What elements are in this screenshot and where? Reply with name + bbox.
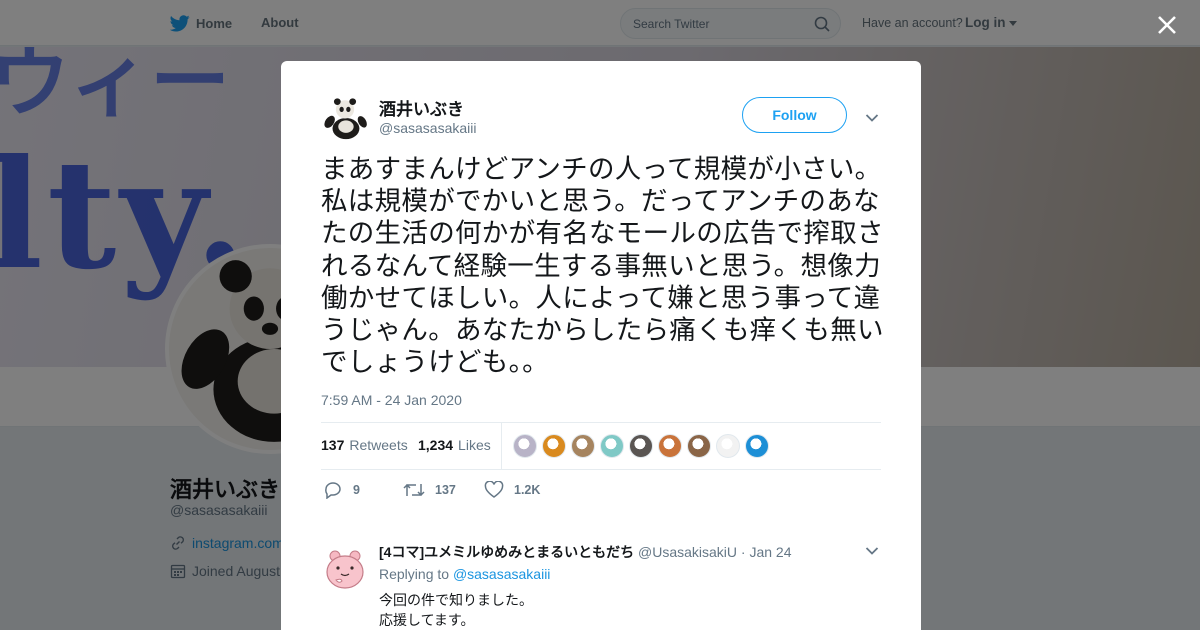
reply-count: 9 <box>353 483 360 497</box>
tweet-author-name[interactable]: 酒井いぶき <box>379 95 464 120</box>
reply-author-avatar[interactable] <box>321 544 369 592</box>
liker-avatar[interactable] <box>687 434 711 458</box>
replying-to-line: Replying to @sasasasakaiii <box>379 566 550 582</box>
tweet-author-handle[interactable]: @sasasasakaiii <box>379 120 476 136</box>
reply-header: [4コマ]ユメミルゆめみとまるいともだち @UsasakisakiU · Jan… <box>379 542 792 562</box>
reply-button[interactable]: 9 <box>323 481 360 499</box>
likers-avatar-row <box>513 434 769 458</box>
reply-icon <box>325 482 341 499</box>
reply-text-line: 今回の件で知りました。 <box>379 592 533 608</box>
retweets-label: Retweets <box>349 437 408 453</box>
tweet-text: まあすまんけどアンチの人って規模が小さい。私は規模がでかいと思う。だってアンチの… <box>321 154 884 378</box>
follow-button[interactable]: Follow <box>742 97 847 133</box>
retweet-count: 137 <box>435 483 456 497</box>
retweet-button[interactable]: 137 <box>403 481 456 499</box>
likes-label: Likes <box>458 437 491 453</box>
likes-stat[interactable]: 1,234 Likes <box>418 437 491 453</box>
liker-avatar[interactable] <box>513 434 537 458</box>
liker-avatar[interactable] <box>745 434 769 458</box>
reply-text: 今回の件で知りました。 応援してます。 <box>379 590 533 630</box>
likes-count: 1,234 <box>418 437 454 453</box>
retweets-count: 137 <box>321 437 345 453</box>
retweets-stat[interactable]: 137 Retweets <box>321 437 408 453</box>
like-count: 1.2K <box>514 483 541 497</box>
like-button[interactable]: 1.2K <box>484 481 540 499</box>
close-icon <box>1158 16 1176 34</box>
liker-avatar[interactable] <box>658 434 682 458</box>
reply-text-line: 応援してます。 <box>379 612 475 628</box>
close-modal-button[interactable] <box>1154 12 1180 38</box>
liker-avatar[interactable] <box>542 434 566 458</box>
pink-creature-avatar-image <box>321 544 369 592</box>
tweet-more-menu-button[interactable] <box>865 110 879 128</box>
tweet-action-bar: 9 137 1.2K <box>321 481 881 501</box>
heart-icon <box>484 481 504 498</box>
reply-dot-separator: · <box>740 544 746 560</box>
chevron-down-icon <box>865 114 879 122</box>
tweet-timestamp[interactable]: 7:59 AM - 24 Jan 2020 <box>321 392 462 408</box>
liker-avatar[interactable] <box>571 434 595 458</box>
replying-to-label: Replying to <box>379 566 450 582</box>
replying-to-mention[interactable]: @sasasasakaiii <box>453 566 550 582</box>
chevron-down-icon <box>865 547 879 555</box>
tweet-stats-bar: 137 Retweets 1,234 Likes <box>321 422 881 470</box>
tweet-author-avatar[interactable] <box>321 94 369 142</box>
reply-author-name[interactable]: [4コマ]ユメミルゆめみとまるいともだち <box>379 544 634 560</box>
reply-date[interactable]: Jan 24 <box>749 544 791 560</box>
liker-avatar[interactable] <box>600 434 624 458</box>
liker-avatar[interactable] <box>716 434 740 458</box>
stats-divider <box>501 423 502 469</box>
reply-more-menu-button[interactable] <box>865 543 879 561</box>
liker-avatar[interactable] <box>629 434 653 458</box>
reply-separator <box>281 519 921 529</box>
panda-avatar-image <box>321 94 369 142</box>
retweet-icon <box>403 483 425 497</box>
tweet-modal: 酒井いぶき @sasasasakaiii Follow まあすまんけどアンチの人… <box>281 61 921 630</box>
reply-author-handle[interactable]: @UsasakisakiU <box>638 544 737 560</box>
